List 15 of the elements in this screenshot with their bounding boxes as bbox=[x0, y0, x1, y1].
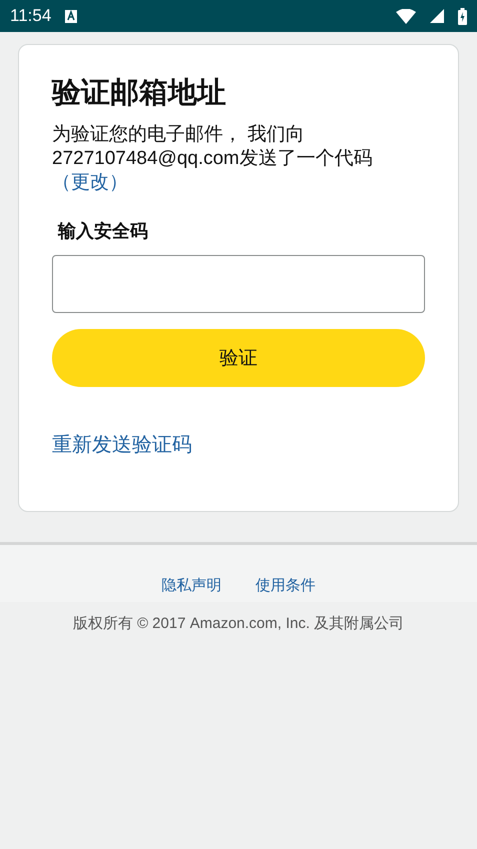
status-time: 11:54 bbox=[10, 6, 52, 26]
verify-button[interactable]: 验证 bbox=[52, 329, 425, 387]
battery-icon bbox=[458, 8, 467, 24]
footer-link[interactable]: 使用条件 bbox=[256, 576, 316, 595]
signal-icon bbox=[430, 9, 444, 23]
code-input-field[interactable] bbox=[52, 255, 425, 313]
page-title: 验证邮箱地址 bbox=[52, 76, 227, 111]
resend-code-link[interactable]: 重新发送验证码 bbox=[52, 431, 192, 458]
copyright-text: 版权所有 © 2017 Amazon.com, Inc. 及其附属公司 bbox=[72, 614, 406, 633]
wifi-icon bbox=[396, 8, 416, 24]
change-link[interactable]: （更改） bbox=[52, 172, 128, 193]
keyboard-icon bbox=[65, 10, 78, 22]
footer-link[interactable]: 隐私声明 bbox=[162, 576, 222, 595]
code-label: 输入安全码 bbox=[58, 220, 149, 243]
instruction-text: 为验证您的电子邮件， 我们向 2727107484@qq.com发送了一个代码 bbox=[52, 124, 372, 169]
